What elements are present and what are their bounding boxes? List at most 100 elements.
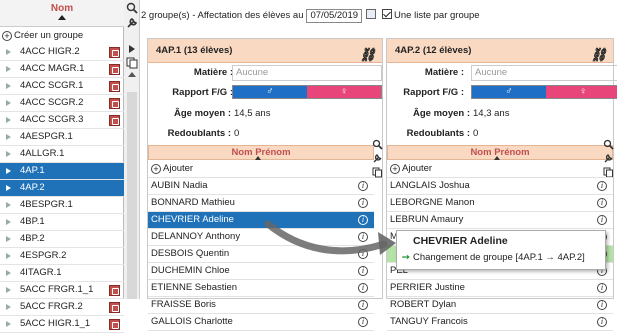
group-row[interactable]: 4ACC SCGR.2 <box>0 95 124 112</box>
info-icon[interactable]: i <box>597 283 607 293</box>
age-label: Âge moyen : <box>412 108 470 119</box>
expand-arrow-icon[interactable] <box>6 66 11 72</box>
info-icon[interactable]: i <box>358 266 368 276</box>
group-row[interactable]: 4AP.1 <box>0 163 124 180</box>
group-list-header[interactable]: Nom <box>0 0 124 27</box>
group-row-label: 4ALLGR.1 <box>20 148 65 159</box>
add-student-button[interactable]: + Ajouter <box>148 161 374 178</box>
add-student-button[interactable]: + Ajouter <box>387 161 613 178</box>
student-row[interactable]: DELANNOY Anthony i <box>148 229 374 246</box>
student-row[interactable]: DUCHEMIN Chloe i <box>148 263 374 280</box>
info-icon[interactable]: i <box>597 215 607 225</box>
student-row[interactable]: AUBIN Nadia i <box>148 178 374 195</box>
info-icon[interactable]: i <box>358 232 368 242</box>
info-icon[interactable]: i <box>358 317 368 327</box>
group-row[interactable]: 4ACC MAGR.1 <box>0 61 124 78</box>
student-row[interactable]: BONNARD Mathieu i <box>148 195 374 212</box>
expand-arrow-icon[interactable] <box>6 287 11 293</box>
info-icon[interactable]: i <box>358 283 368 293</box>
expand-arrow-icon[interactable] <box>6 185 11 191</box>
wrench-icon[interactable] <box>126 17 138 29</box>
drag-action-text: Changement de groupe [4AP.1 → 4AP.2] <box>412 252 585 263</box>
info-icon[interactable]: i <box>358 215 368 225</box>
student-name: ROBERT Dylan <box>390 299 457 310</box>
student-row[interactable]: PERRIER Justine i <box>387 280 613 297</box>
info-icon[interactable]: i <box>597 317 607 327</box>
info-icon[interactable]: i <box>358 300 368 310</box>
student-row[interactable]: GALLOIS Charlotte i <box>148 314 374 331</box>
calendar-icon[interactable] <box>366 9 377 19</box>
student-row[interactable]: LANGLAIS Joshua i <box>387 178 613 195</box>
expand-arrow-icon[interactable] <box>6 253 11 259</box>
info-icon[interactable]: i <box>597 198 607 208</box>
copy-icon[interactable] <box>126 57 138 69</box>
info-icon[interactable]: i <box>597 300 607 310</box>
search-icon[interactable] <box>126 2 138 14</box>
expand-arrow-icon[interactable] <box>6 321 11 327</box>
student-row[interactable]: TANGUY Francois i <box>387 314 613 331</box>
group-row[interactable]: 4ACC HIGR.2 <box>0 44 124 61</box>
create-group-button[interactable]: + Créer un groupe <box>2 29 122 42</box>
expand-arrow-icon[interactable] <box>6 100 11 106</box>
group-row[interactable]: 4ESPGR.2 <box>0 248 124 265</box>
student-row[interactable]: FRAISSE Boris i <box>148 297 374 314</box>
group-list-scrollbar[interactable] <box>127 92 137 299</box>
info-icon[interactable]: i <box>358 198 368 208</box>
student-name: PERRIER Justine <box>390 282 465 293</box>
group-row[interactable]: 4ACC SCGR.1 <box>0 78 124 95</box>
add-icon: + <box>151 164 161 174</box>
one-list-checkbox[interactable] <box>382 9 393 19</box>
group-row[interactable]: 5ACC HIGR.1_1 <box>0 316 124 333</box>
group-row[interactable]: 4ALLGR.1 <box>0 146 124 163</box>
expand-arrow-icon[interactable] <box>6 117 11 123</box>
info-icon[interactable]: i <box>358 181 368 191</box>
link-icon[interactable]: ⛓ <box>359 43 376 67</box>
group-type-icon <box>109 302 120 313</box>
student-row[interactable]: LEBRUN Amaury i <box>387 212 613 229</box>
play-icon[interactable] <box>129 45 135 53</box>
expand-arrow-icon[interactable] <box>6 202 11 208</box>
info-icon[interactable]: i <box>597 181 607 191</box>
student-row[interactable]: DESBOIS Quentin i <box>148 246 374 263</box>
expand-arrow-icon[interactable] <box>6 219 11 225</box>
group-row[interactable]: 4ACC SCGR.3 <box>0 112 124 129</box>
date-field[interactable]: 07/05/2019 <box>306 9 363 23</box>
expand-arrow-icon[interactable] <box>6 49 11 55</box>
search-icon[interactable] <box>372 139 383 150</box>
expand-arrow-icon[interactable] <box>6 168 11 174</box>
group-row[interactable]: 5ACC FRGR.1_1 <box>0 282 124 299</box>
student-row[interactable]: ROBERT Dylan i <box>387 297 613 314</box>
expand-arrow-icon[interactable] <box>6 151 11 157</box>
names-column-header[interactable]: Nom Prénom <box>148 145 374 160</box>
group-row[interactable]: 4AP.2 <box>0 180 124 197</box>
group-row[interactable]: 4ITAGR.1 <box>0 265 124 282</box>
matiere-field[interactable]: Aucune <box>232 65 382 81</box>
names-column-label: Nom Prénom <box>231 147 291 158</box>
student-row[interactable]: CHEVRIER Adeline i <box>148 212 374 229</box>
expand-arrow-icon[interactable] <box>6 304 11 310</box>
student-row[interactable]: LEBORGNE Manon i <box>387 195 613 212</box>
expand-arrow-icon[interactable] <box>6 270 11 276</box>
group-row[interactable]: 4BESPGR.1 <box>0 197 124 214</box>
group-type-icon <box>109 115 120 126</box>
male-icon: ♂ <box>233 86 307 98</box>
student-name: BONNARD Mathieu <box>151 197 235 208</box>
group-row[interactable]: 5ACC FRGR.2 <box>0 299 124 316</box>
link-icon[interactable]: ⛓ <box>590 43 607 67</box>
expand-arrow-icon[interactable] <box>6 83 11 89</box>
student-name: LEBORGNE Manon <box>390 197 475 208</box>
info-icon[interactable]: i <box>358 249 368 259</box>
group-row-label: 4ITAGR.1 <box>20 267 62 278</box>
search-icon[interactable] <box>603 139 614 150</box>
names-column-header[interactable]: Nom Prénom <box>387 145 613 160</box>
sort-ascending-icon <box>494 156 500 160</box>
expand-arrow-icon[interactable] <box>6 134 11 140</box>
group-row[interactable]: 4BP.2 <box>0 231 124 248</box>
group-row[interactable]: 4AESPGR.1 <box>0 129 124 146</box>
matiere-field[interactable]: Aucune <box>471 65 617 81</box>
scroll-up-icon[interactable] <box>128 72 136 77</box>
student-row[interactable]: ETIENNE Sebastien i <box>148 280 374 297</box>
rapport-label: Rapport F/G : <box>172 87 233 98</box>
expand-arrow-icon[interactable] <box>6 236 11 242</box>
group-row[interactable]: 4BP.1 <box>0 214 124 231</box>
